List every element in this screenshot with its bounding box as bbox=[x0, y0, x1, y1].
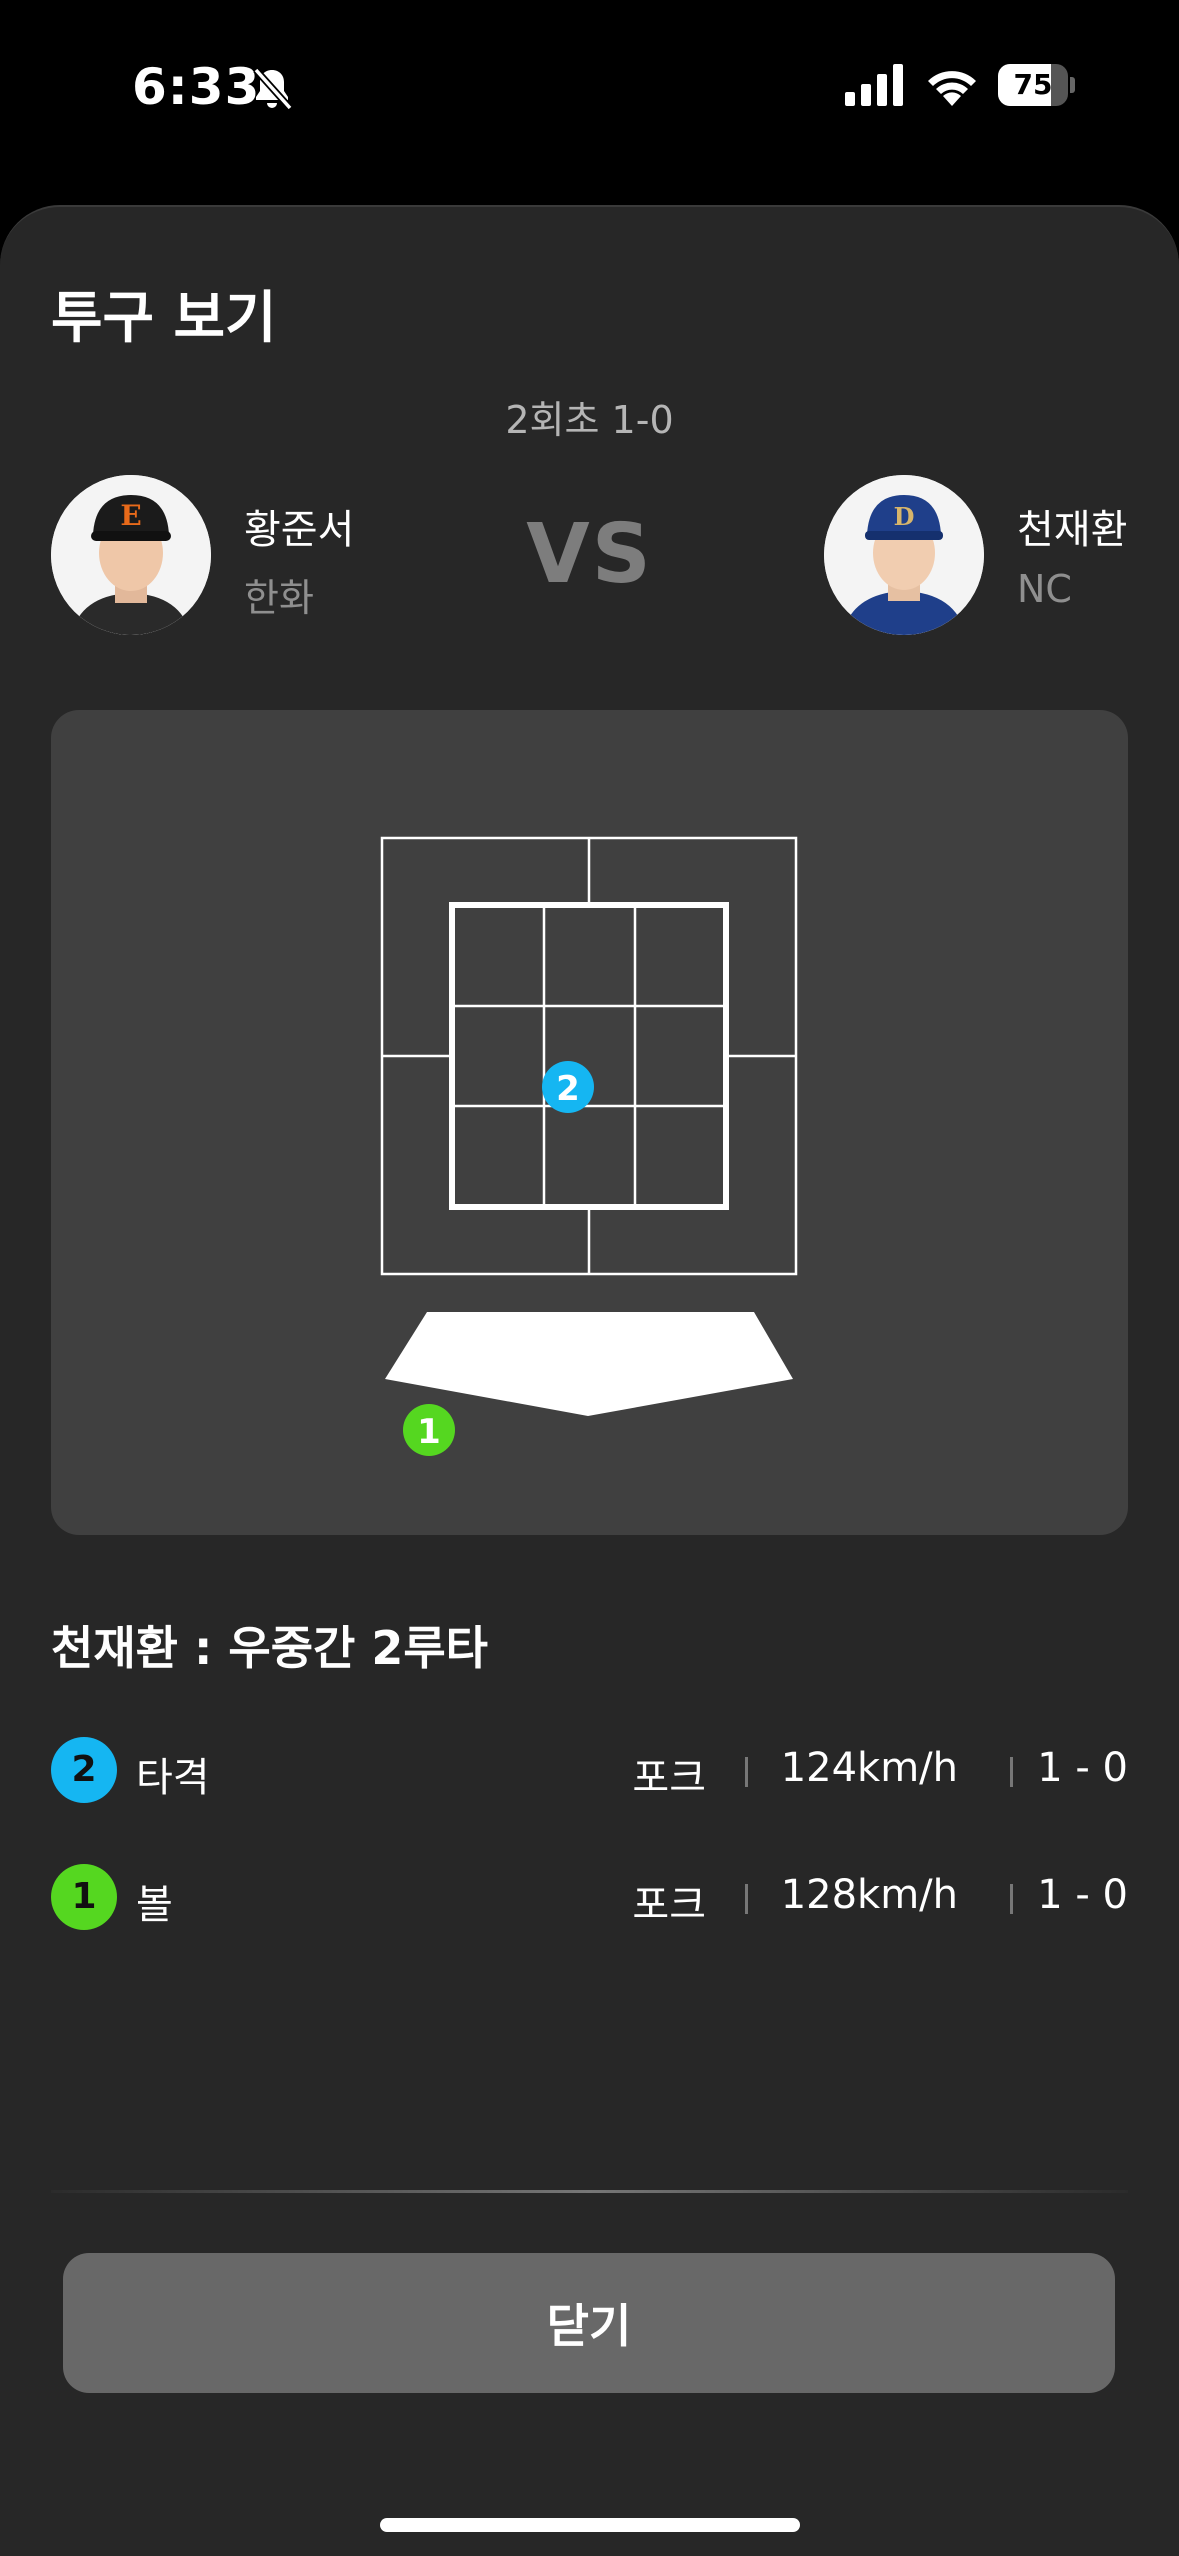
pitch-speed: 128km/h bbox=[780, 1872, 958, 1918]
pitch-speed: 124km/h bbox=[780, 1745, 958, 1791]
pitch-count: 1 - 0 bbox=[1037, 1745, 1128, 1791]
pitch-row: 2 타격 포크 124km/h 1 - 0 bbox=[51, 1737, 1128, 1805]
divider bbox=[51, 2190, 1128, 2193]
batter-team: NC bbox=[1017, 567, 1072, 611]
pitch-number-badge: 2 bbox=[51, 1737, 117, 1803]
sheet-title: 투구 보기 bbox=[51, 286, 277, 351]
pitch-count: 1 - 0 bbox=[1037, 1872, 1128, 1918]
separator bbox=[1010, 1884, 1013, 1914]
strike-zone-card: 2 1 bbox=[51, 710, 1128, 1535]
pitch-result: 볼 bbox=[136, 1882, 173, 1928]
separator bbox=[1010, 1757, 1013, 1787]
batter-name: 천재환 bbox=[1017, 507, 1128, 553]
status-time: 6:33 bbox=[132, 58, 261, 116]
strike-zone bbox=[449, 902, 729, 1210]
pitch-row: 1 볼 포크 128km/h 1 - 0 bbox=[51, 1864, 1128, 1932]
pitch-type: 포크 bbox=[632, 1755, 706, 1801]
at-bat-result: 천재환 : 우중간 2루타 bbox=[51, 1621, 489, 1675]
vs-label: VS bbox=[526, 507, 653, 602]
separator bbox=[745, 1884, 748, 1914]
bell-slash-icon bbox=[253, 67, 293, 111]
home-plate bbox=[385, 1312, 793, 1416]
pitch-result: 타격 bbox=[136, 1755, 210, 1801]
pitch-number-badge: 1 bbox=[51, 1864, 117, 1930]
cellular-signal-icon bbox=[845, 64, 903, 106]
pitch-marker-2: 2 bbox=[542, 1061, 594, 1113]
batter-avatar: D bbox=[824, 475, 984, 635]
pitch-marker-1: 1 bbox=[403, 1404, 455, 1456]
pitch-type: 포크 bbox=[632, 1882, 706, 1928]
battery-percent: 75 bbox=[1013, 68, 1053, 101]
svg-text:2: 2 bbox=[556, 1069, 580, 1109]
wifi-icon bbox=[928, 71, 976, 106]
separator bbox=[745, 1757, 748, 1787]
svg-text:1: 1 bbox=[417, 1412, 441, 1452]
inning-score: 2회초 1-0 bbox=[505, 398, 674, 442]
status-bar: 6:33 75 bbox=[0, 0, 1179, 175]
close-button[interactable]: 닫기 bbox=[63, 2253, 1115, 2393]
pitch-view-sheet: 투구 보기 2회초 1-0 E 황준서 한화 VS D 천재환 NC 2 1 천… bbox=[0, 205, 1179, 2556]
home-indicator[interactable] bbox=[380, 2518, 800, 2532]
battery-icon: 75 bbox=[998, 64, 1075, 106]
svg-text:D: D bbox=[894, 502, 915, 531]
